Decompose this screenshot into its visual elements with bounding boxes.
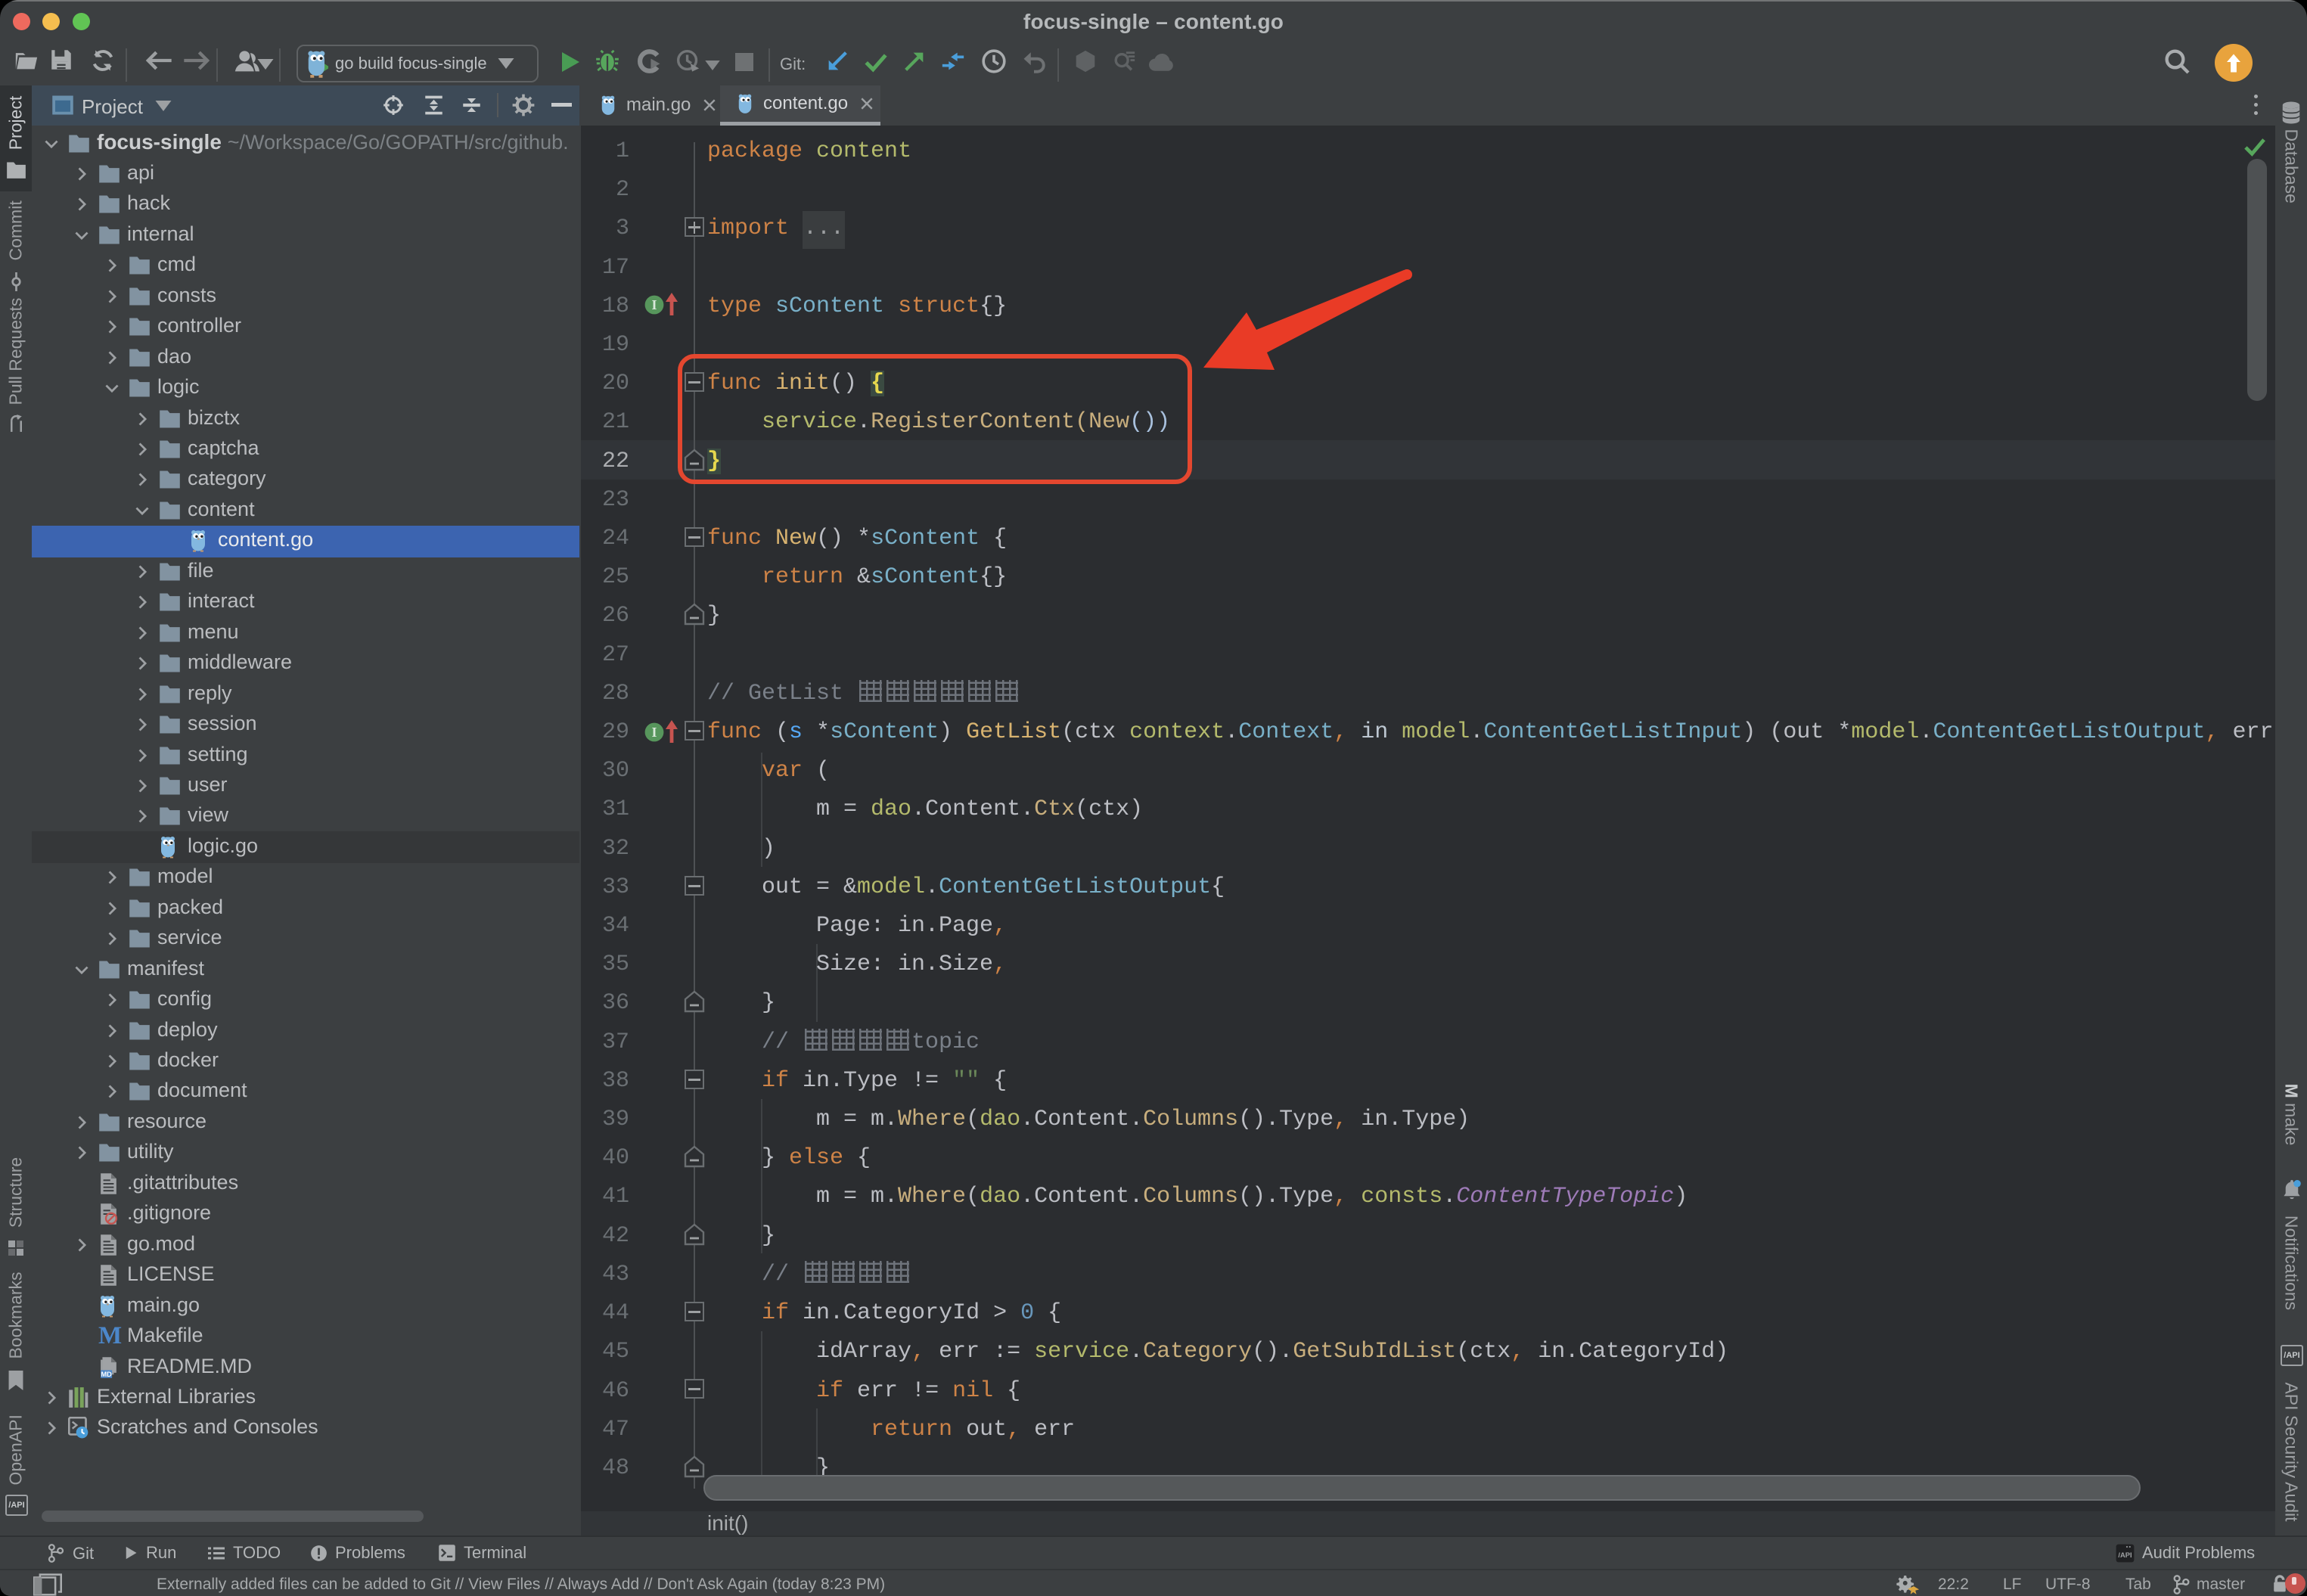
svg-text:MD: MD — [101, 1371, 112, 1378]
svg-text:I: I — [651, 725, 657, 740]
svg-text:/API: /API — [2118, 1551, 2132, 1559]
svg-text:I: I — [651, 297, 657, 312]
